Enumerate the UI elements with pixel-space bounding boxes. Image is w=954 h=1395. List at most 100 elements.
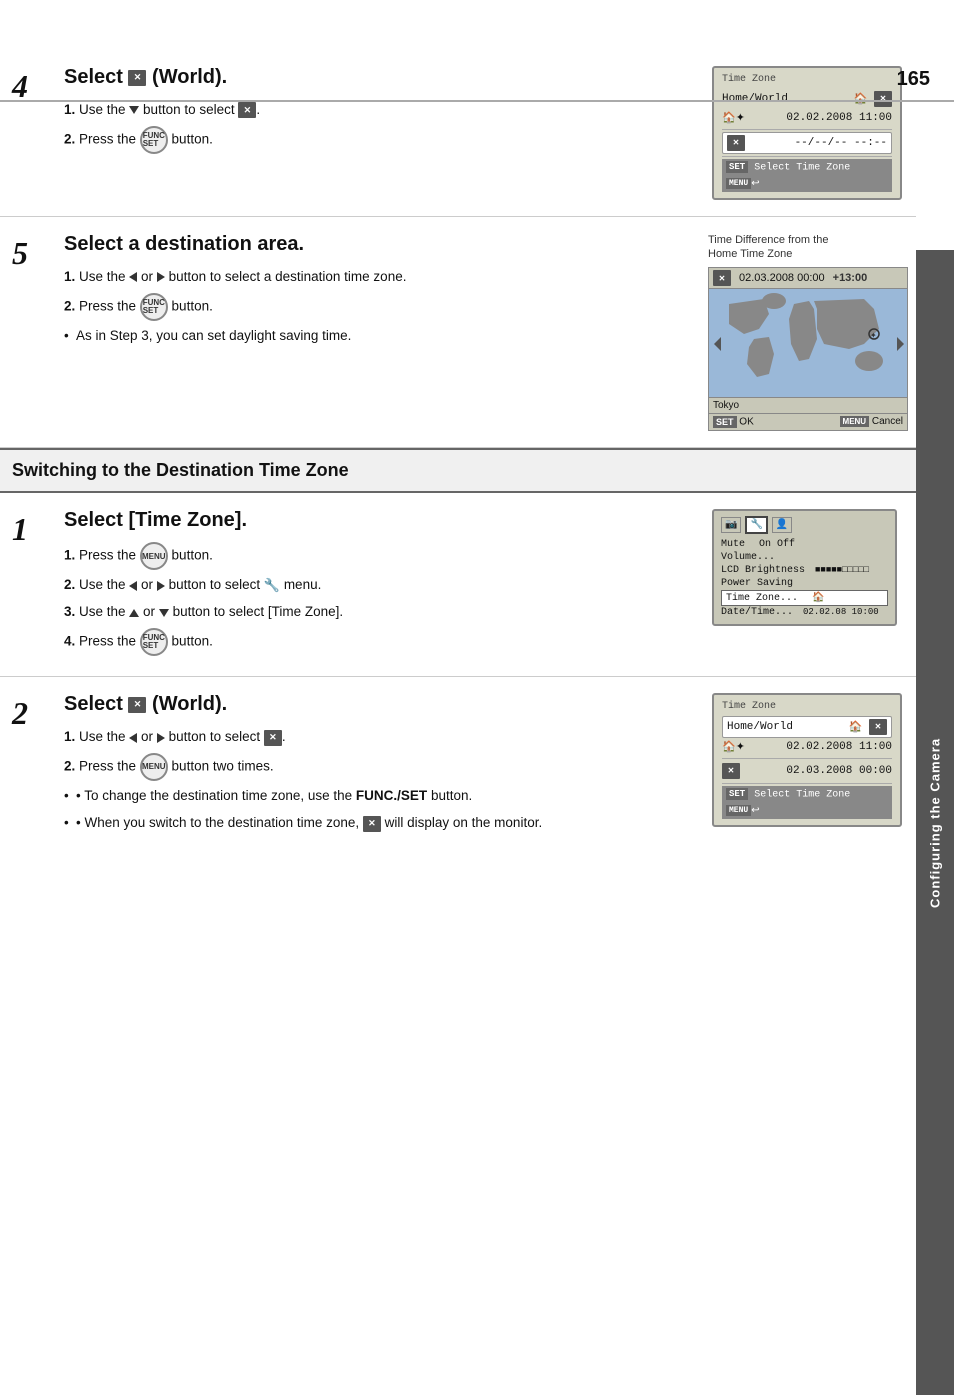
step-5-title: Select a destination area. — [64, 233, 692, 256]
step-4-row: 4 Select ✕ (World). 1. Use the button to… — [0, 50, 916, 217]
sun-icon-4: 🏠✦ — [722, 111, 745, 125]
step-4-bottom1: SET Select Time Zone — [722, 159, 892, 176]
set-badge-4: SET Select Time Zone — [726, 161, 850, 174]
date-4-2: 02.02.2008 11:00 — [786, 112, 892, 124]
home-world-label: Home/World — [722, 93, 788, 105]
world-icon-s2-b2: ✕ — [363, 816, 381, 832]
step-s1-item-3: 3. Use the or button to select [Time Zon… — [64, 601, 696, 624]
step-s2-bullet1: • To change the destination time zone, u… — [64, 785, 696, 808]
step-s1-body: 1. Press the MENU button. 2. Use the or … — [64, 542, 696, 656]
datetime-label: Date/Time... — [721, 607, 793, 618]
world-icon-4-1: ✕ — [238, 102, 256, 118]
dest-star: ✦ — [870, 331, 877, 340]
step-4-number: 4 — [0, 66, 60, 200]
wrench-icon-s1: 🔧 — [264, 578, 280, 593]
world-icon-s2-title: ✕ — [128, 697, 146, 713]
s2-date-2: 02.02.2008 11:00 — [786, 741, 892, 753]
step-s2-screen-row3: ✕ 02.03.2008 00:00 — [722, 761, 892, 781]
menu-mute: Mute On Off — [721, 538, 888, 551]
continent-aus — [855, 351, 883, 371]
time-diff-label: Time Difference from theHome Time Zone — [708, 233, 828, 262]
step-4-title-select: Select — [64, 66, 128, 88]
step-s1-title: Select [Time Zone]. — [64, 509, 696, 532]
step-4-screen-row2: 🏠✦ 02.02.2008 11:00 — [722, 109, 892, 127]
world-icon-map: ✕ — [713, 270, 731, 286]
down-arrow-s1-3 — [159, 609, 169, 617]
step-s2-item-2: 2. Press the MENU button two times. — [64, 753, 696, 781]
world-icon-s2-r1: ✕ — [869, 719, 887, 735]
func-btn-4-2: FUNCSET — [140, 126, 168, 154]
menu-power: Power Saving — [721, 577, 888, 590]
map-set-ok: SET OK — [713, 416, 754, 428]
left-arrow-icon-5-1 — [129, 272, 137, 282]
up-arrow-s1-3 — [129, 609, 139, 617]
step-s2-screen-title: Time Zone — [722, 701, 892, 712]
step-4-screen-row3: ✕ --/--/-- --:-- — [722, 132, 892, 154]
step-s1-image: 📷 🔧 👤 Mute On Off Volume... LCD Brightne… — [696, 509, 916, 660]
step-s1-row: 1 Select [Time Zone]. 1. Press the MENU … — [0, 493, 916, 677]
right-arrow-s1-2 — [157, 581, 165, 591]
step-s2-image: Time Zone Home/World 🏠 ✕ 🏠✦ 02.02.2008 1… — [696, 693, 916, 835]
left-arrow-s1-2 — [129, 581, 137, 591]
step-5-image: Time Difference from theHome Time Zone ✕… — [692, 233, 916, 432]
down-arrow-icon-4-1 — [129, 106, 139, 114]
s2-date-3: 02.03.2008 00:00 — [786, 765, 892, 777]
step-4-screen-row1: Home/World 🏠 ✕ — [722, 89, 892, 109]
step-s2-bottom2: MENU↩ — [722, 803, 892, 819]
menu-volume: Volume... — [721, 551, 888, 564]
step-5-map-container: ✕ 02.03.2008 00:00 +13:00 — [708, 267, 908, 431]
step-4-content: Select ✕ (World). 1. Use the button to s… — [60, 66, 696, 200]
lcd-bar: ■■■■■□□□□□ — [815, 565, 869, 575]
left-arrow-s2-1 — [129, 733, 137, 743]
right-arrow-s2-1 — [157, 733, 165, 743]
step-s2-title: Select ✕ (World). — [64, 693, 696, 716]
step-4-image: Time Zone Home/World 🏠 ✕ 🏠✦ 02.02.2008 1… — [696, 66, 916, 200]
menu-datetime: Date/Time... 02.02.08 10:00 — [721, 606, 888, 619]
step-s2-screen-row1: Home/World 🏠 ✕ — [722, 716, 892, 738]
s2-home-world-icons: 🏠 ✕ — [849, 719, 887, 735]
map-city: Tokyo — [713, 400, 739, 411]
menu-btn-s1-1: MENU — [140, 542, 168, 570]
step-s2-body: 1. Use the or button to select ✕. 2. Pre… — [64, 726, 696, 835]
step-4-screen: Time Zone Home/World 🏠 ✕ 🏠✦ 02.02.2008 1… — [712, 66, 902, 200]
step-s1-screen: 📷 🔧 👤 Mute On Off Volume... LCD Brightne… — [712, 509, 897, 626]
right-arrow-icon-5-1 — [157, 272, 165, 282]
func-btn-s1-4: FUNCSET — [140, 628, 168, 656]
timezone-label: Time Zone... — [726, 593, 798, 604]
step-5-item-2: 2. Press the FUNCSET button. — [64, 293, 692, 321]
sidebar-label: Configuring the Camera — [916, 250, 954, 1395]
step-s2-row: 2 Select ✕ (World). 1. Use the or button… — [0, 677, 916, 851]
func-btn-5-2: FUNCSET — [140, 293, 168, 321]
divider-4 — [722, 129, 892, 130]
world-icon-4-row3: ✕ — [727, 135, 745, 151]
top-border — [0, 100, 954, 102]
step-s2-bottom1: SET Select Time Zone — [722, 786, 892, 803]
menu-badge-4: MENU↩ — [726, 178, 760, 190]
world-icon-s4r1: ✕ — [874, 91, 892, 107]
tab-camera: 📷 — [721, 517, 741, 533]
step-s2-item-1: 1. Use the or button to select ✕. — [64, 726, 696, 749]
step-4-screen-title: Time Zone — [722, 74, 892, 85]
continent-greenland — [762, 293, 786, 309]
step-s1-number: 1 — [0, 509, 60, 660]
step-s2-select: Select — [64, 693, 128, 715]
home-icon-s1: 🏠 — [812, 593, 824, 604]
step-5-map-header: ✕ 02.03.2008 00:00 +13:00 — [708, 267, 908, 288]
step-s2-screen-row2: 🏠✦ 02.02.2008 11:00 — [722, 738, 892, 756]
menu-lcd: LCD Brightness ■■■■■□□□□□ — [721, 564, 888, 577]
s2-sun-icon: 🏠✦ — [722, 740, 745, 754]
step-s2-content: Select ✕ (World). 1. Use the or button t… — [60, 693, 696, 835]
step-4-title: Select ✕ (World). — [64, 66, 696, 89]
step-s1-content: Select [Time Zone]. 1. Press the MENU bu… — [60, 509, 696, 660]
step-5-body: 1. Use the or button to select a destina… — [64, 266, 692, 348]
map-date: 02.03.2008 00:00 — [739, 272, 825, 284]
step-4-item-2: 2. Press the FUNCSET button. — [64, 126, 696, 154]
step-s1-item-1: 1. Press the MENU button. — [64, 542, 696, 570]
step-5-content: Select a destination area. 1. Use the or… — [60, 233, 692, 432]
step-5-number: 5 — [0, 233, 60, 432]
s2-home-world-label: Home/World — [727, 721, 793, 733]
step-4-bottom2: MENU↩ — [722, 176, 892, 192]
set-badge-s2: SET Select Time Zone — [726, 788, 850, 801]
home-world-icons: 🏠 ✕ — [854, 91, 892, 107]
step-5-map-bottom: Tokyo — [708, 398, 908, 414]
